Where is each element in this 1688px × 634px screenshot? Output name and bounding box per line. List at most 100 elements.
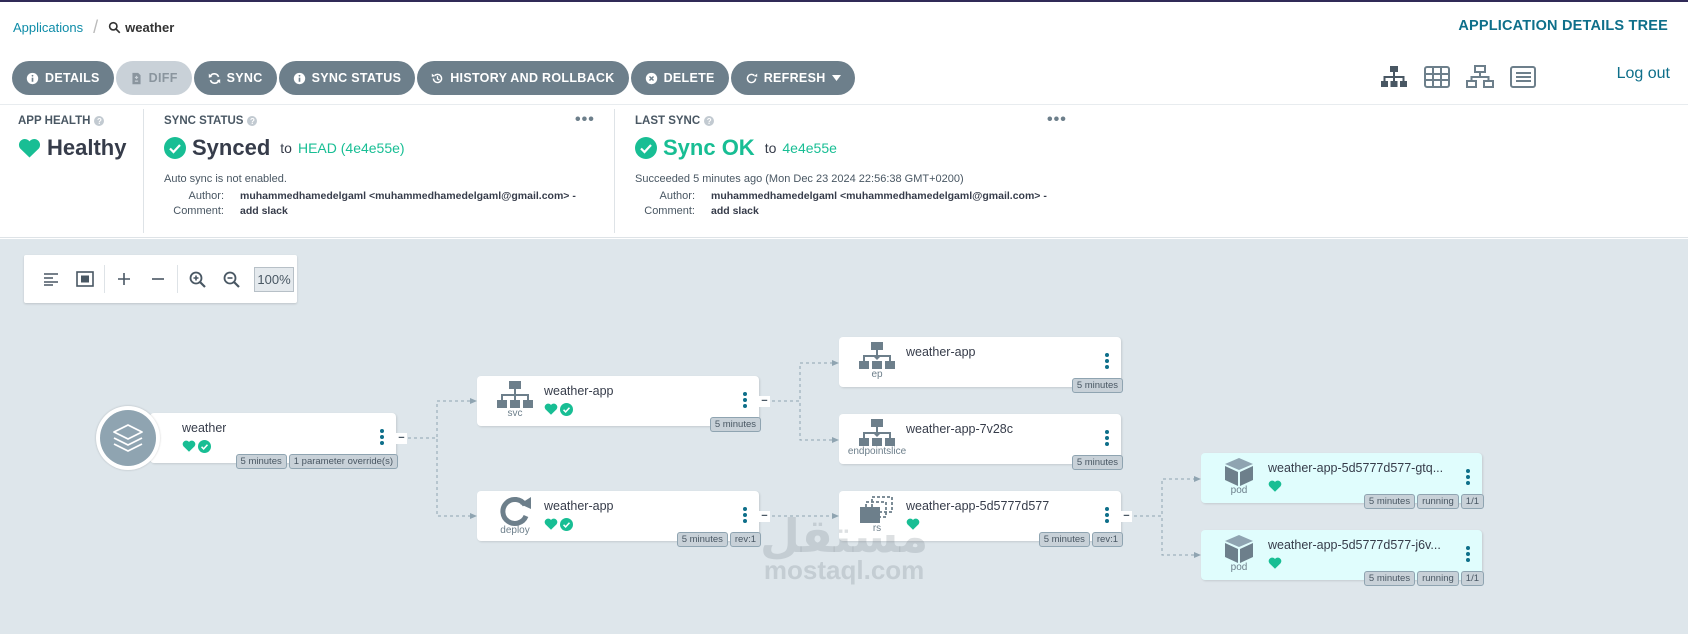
node-menu-button[interactable] <box>1105 353 1109 369</box>
help-icon[interactable]: ? <box>247 116 258 126</box>
arrowhead <box>1194 552 1201 558</box>
breadcrumb-current[interactable]: weather <box>108 20 174 35</box>
check-circle-icon <box>560 403 573 416</box>
collapse-toggle[interactable]: − <box>759 396 770 407</box>
node-kind: endpointslice <box>847 446 907 457</box>
arrowhead <box>470 398 477 404</box>
section-divider <box>614 109 615 233</box>
info-icon <box>26 72 39 84</box>
history-rollback-button-label: HISTORY AND ROLLBACK <box>450 71 615 85</box>
endpointslice-icon: endpointslice <box>847 418 907 464</box>
node-kind: svc <box>507 408 523 419</box>
node-menu-button[interactable] <box>1466 469 1470 485</box>
edge-svc-epslice <box>766 400 832 441</box>
list-view-icon[interactable] <box>1508 62 1538 92</box>
pods-grid-view-icon[interactable] <box>1422 62 1452 92</box>
edge-app-deploy <box>402 437 470 517</box>
node-menu-button[interactable] <box>1466 546 1470 562</box>
logout-button[interactable]: Log out <box>1617 65 1670 83</box>
network-view-icon[interactable] <box>1465 62 1495 92</box>
ready-count-tag: 1/1 <box>1460 571 1484 586</box>
node-menu-button[interactable] <box>380 429 384 445</box>
resource-node-pod[interactable]: pod weather-app-5d5777d577-gtq... 5 minu… <box>1201 453 1484 509</box>
app-health-value: Healthy <box>47 135 127 160</box>
edge-app-svc <box>402 400 470 439</box>
refresh-button-label: REFRESH <box>763 71 826 85</box>
resource-tree-canvas[interactable]: 100% weather 5 minutes 1 parameter overr… <box>0 239 1688 634</box>
breadcrumb-applications-link[interactable]: Applications <box>13 20 83 35</box>
tree-view-icon[interactable] <box>1379 62 1409 92</box>
last-sync-value: Sync OK <box>663 135 755 160</box>
sync-status-button[interactable]: SYNC STATUS <box>278 61 416 95</box>
view-switcher <box>1379 62 1538 92</box>
delete-circle-icon <box>645 72 657 84</box>
last-sync-title: LAST SYNC <box>635 115 701 127</box>
edge-rs-pod1 <box>1128 478 1194 517</box>
help-icon[interactable]: ? <box>704 116 715 126</box>
check-circle-icon <box>635 137 657 159</box>
breadcrumb: Applications / weather <box>13 17 174 38</box>
history-rollback-button[interactable]: HISTORY AND ROLLBACK <box>417 61 629 95</box>
resource-node-deploy[interactable]: deploy weather-app 5 minutes rev:1 <box>477 491 761 547</box>
author-value: muhammedhamedelgaml <muhammedhamedelgaml… <box>711 190 1047 202</box>
heart-icon <box>1268 480 1282 492</box>
heart-icon <box>544 518 558 530</box>
last-sync-section: LAST SYNC? Sync OK to 4e4e55e Succeeded … <box>635 115 1075 243</box>
sync-icon <box>208 72 220 84</box>
sync-button[interactable]: SYNC <box>193 61 277 95</box>
node-name: weather-app-5d5777d577-j6v... <box>1268 538 1441 552</box>
caret-down-icon <box>831 75 841 81</box>
refresh-button[interactable]: REFRESH <box>730 61 855 95</box>
sync-status-more-button[interactable]: ••• <box>575 111 595 129</box>
sync-status-revision-link[interactable]: HEAD (4e4e55e) <box>298 140 405 156</box>
last-sync-note: Succeeded 5 minutes ago (Mon Dec 23 2024… <box>635 173 964 185</box>
auto-sync-note: Auto sync is not enabled. <box>164 173 287 185</box>
age-tag: 5 minutes <box>235 454 287 469</box>
help-icon[interactable]: ? <box>94 116 105 126</box>
node-kind: deploy <box>500 525 530 536</box>
collapse-toggle[interactable]: − <box>1121 511 1132 522</box>
page-title: APPLICATION DETAILS TREE <box>1458 18 1668 34</box>
sync-status-button-label: SYNC STATUS <box>311 71 402 85</box>
resource-node-endpointslice[interactable]: endpointslice weather-app-7v28c 5 minute… <box>839 414 1123 470</box>
pod-icon: pod <box>1209 457 1269 503</box>
resource-node-pod[interactable]: pod weather-app-5d5777d577-j6v... 5 minu… <box>1201 530 1484 586</box>
last-sync-more-button[interactable]: ••• <box>1047 111 1067 129</box>
resource-node-ep[interactable]: ep weather-app 5 minutes <box>839 337 1123 393</box>
node-menu-button[interactable] <box>743 507 747 523</box>
node-name: weather-app <box>544 384 614 398</box>
heart-icon <box>18 139 41 158</box>
arrowhead <box>832 360 839 366</box>
node-name: weather-app-5d5777d577-gtq... <box>1268 461 1444 475</box>
app-health-title: APP HEALTH <box>18 115 91 127</box>
comment-value: add slack <box>240 205 288 217</box>
node-name: weather-app <box>544 499 614 513</box>
history-icon <box>432 73 443 83</box>
edge-svc-ep <box>766 362 832 402</box>
edge-rs-pod2 <box>1128 515 1194 556</box>
resource-node-svc[interactable]: svc weather-app 5 minutes <box>477 376 761 432</box>
top-accent-line <box>0 0 1688 2</box>
app-node-weather[interactable]: weather 5 minutes 1 parameter override(s… <box>150 413 398 469</box>
node-name: weather <box>182 421 227 435</box>
app-toolbar: DETAILS DIFF SYNC SYNC STATUS HISTORY AN… <box>12 61 855 95</box>
details-button[interactable]: DETAILS <box>12 61 114 95</box>
node-name: weather-app <box>906 345 976 359</box>
age-tag: 5 minutes <box>1363 571 1416 586</box>
age-tag: 5 minutes <box>676 532 728 547</box>
node-menu-button[interactable] <box>1105 507 1109 523</box>
collapse-toggle[interactable]: − <box>396 433 407 444</box>
node-name: weather-app-5d5777d577 <box>906 499 1050 513</box>
check-circle-icon <box>560 518 573 531</box>
node-menu-button[interactable] <box>743 392 747 408</box>
diff-button[interactable]: DIFF <box>115 61 192 95</box>
last-sync-to: to <box>764 140 777 156</box>
node-menu-button[interactable] <box>1105 430 1109 446</box>
revision-tag: rev:1 <box>729 532 761 547</box>
delete-button[interactable]: DELETE <box>630 61 729 95</box>
service-icon: svc <box>485 380 545 426</box>
search-icon <box>108 21 121 34</box>
pod-icon: pod <box>1209 534 1269 580</box>
info-icon <box>293 72 305 84</box>
last-sync-revision-link[interactable]: 4e4e55e <box>782 140 837 156</box>
